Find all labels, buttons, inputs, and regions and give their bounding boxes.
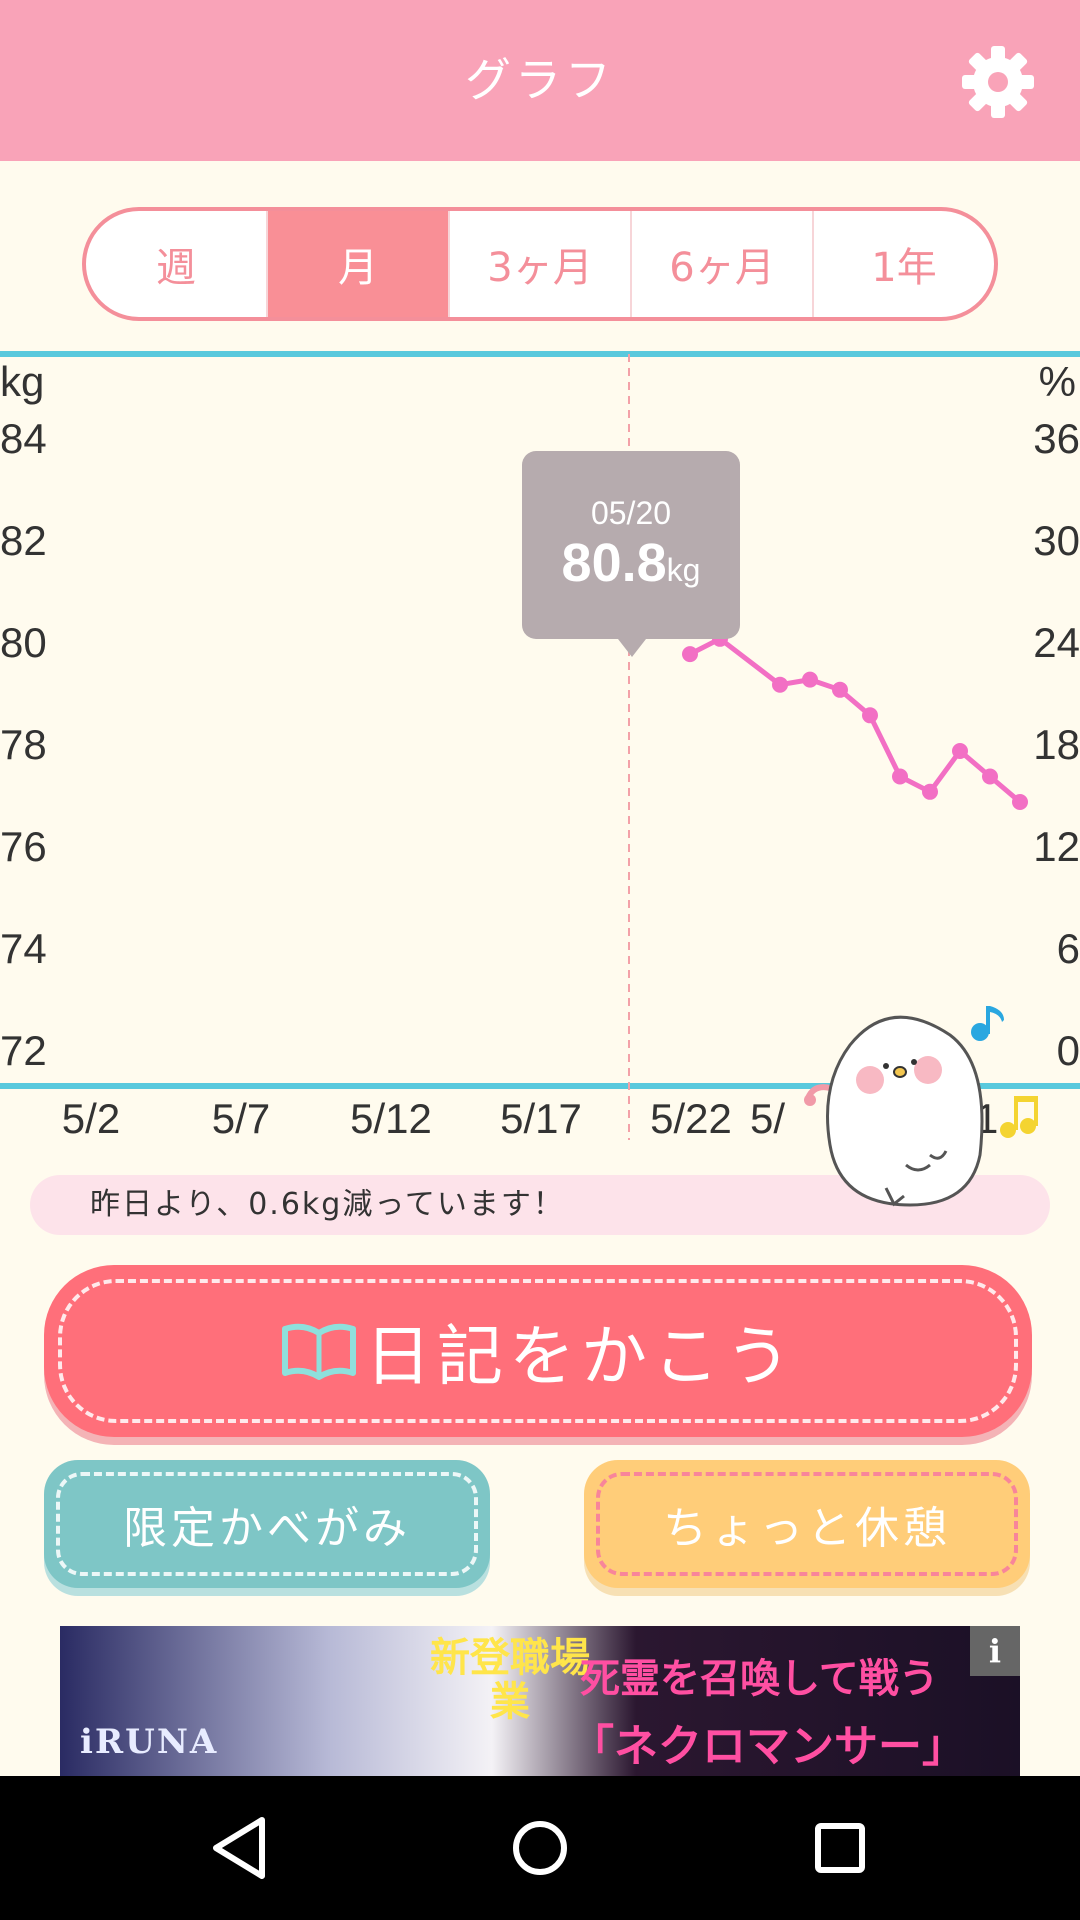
home-icon[interactable] bbox=[500, 1808, 580, 1888]
data-point[interactable] bbox=[982, 768, 998, 785]
right-tick-label: 36 bbox=[1033, 415, 1080, 462]
system-navigation-bar bbox=[0, 1776, 1080, 1920]
right-tick-label: 12 bbox=[1033, 823, 1080, 870]
ad-info-icon[interactable]: i bbox=[970, 1626, 1020, 1676]
gear-icon bbox=[962, 46, 1034, 118]
take-a-break-button[interactable]: ちょっと休憩 bbox=[584, 1460, 1030, 1588]
left-tick-label: 80 bbox=[0, 619, 47, 666]
x-tick-label: 5/7 bbox=[211, 1095, 271, 1142]
write-diary-button[interactable]: 日記をかこう bbox=[44, 1265, 1032, 1437]
weight-line bbox=[688, 635, 1022, 804]
tab-1-year[interactable]: 1年 bbox=[814, 211, 994, 317]
ad-banner[interactable]: iRUNA 新登職場業 死霊を召喚して戦う 「ネクロマンサー」 i bbox=[60, 1626, 1020, 1776]
page-title: グラフ bbox=[465, 53, 615, 107]
ad-logo: iRUNA bbox=[80, 1722, 219, 1762]
left-tick-label: 84 bbox=[0, 415, 47, 462]
x-tick-label: 5/2 bbox=[61, 1095, 121, 1142]
left-tick-label: 76 bbox=[0, 823, 47, 870]
tab-3-months[interactable]: 3ヶ月 bbox=[450, 211, 632, 317]
tab-month[interactable]: 月 bbox=[268, 211, 450, 317]
data-point[interactable] bbox=[802, 671, 818, 688]
left-tick-label: 74 bbox=[0, 925, 47, 972]
weight-series bbox=[682, 630, 1028, 810]
mascot-bird-illustration bbox=[804, 1006, 1038, 1207]
left-tick-label: 82 bbox=[0, 517, 47, 564]
tab-week[interactable]: 週 bbox=[86, 211, 268, 317]
right-tick-label: 18 bbox=[1033, 721, 1080, 768]
app-header: グラフ bbox=[0, 0, 1080, 161]
x-tick-label: 5/17 bbox=[500, 1095, 582, 1142]
music-note-icon bbox=[971, 1006, 1004, 1041]
right-tick-label: 6 bbox=[1056, 925, 1080, 972]
music-note-icon bbox=[1000, 1096, 1038, 1138]
back-icon[interactable] bbox=[200, 1808, 280, 1888]
ad-headline: 死霊を召喚して戦う bbox=[580, 1656, 939, 1702]
data-point[interactable] bbox=[832, 681, 848, 698]
limited-wallpaper-button[interactable]: 限定かべがみ bbox=[44, 1460, 490, 1588]
recents-icon[interactable] bbox=[800, 1808, 880, 1888]
left-tick-label: 78 bbox=[0, 721, 47, 768]
tab-6-months[interactable]: 6ヶ月 bbox=[632, 211, 814, 317]
right-tick-label: 0 bbox=[1056, 1027, 1080, 1074]
right-tick-label: 30 bbox=[1033, 517, 1080, 564]
data-point[interactable] bbox=[922, 783, 938, 800]
left-tick-label: 72 bbox=[0, 1027, 47, 1074]
data-point[interactable] bbox=[862, 707, 878, 724]
right-tick-label: 24 bbox=[1033, 619, 1080, 666]
data-point[interactable] bbox=[682, 646, 698, 663]
data-point[interactable] bbox=[952, 743, 968, 759]
left-axis-unit: kg bbox=[0, 358, 45, 405]
data-point[interactable] bbox=[772, 676, 788, 693]
x-tick-label: 5/22 bbox=[650, 1095, 732, 1142]
x-tick-label: 5/12 bbox=[350, 1095, 432, 1142]
tooltip-value: 80.8 bbox=[561, 533, 667, 593]
data-point[interactable] bbox=[1012, 794, 1028, 810]
tooltip-unit: kg bbox=[666, 552, 701, 588]
period-tabs: 週 月 3ヶ月 6ヶ月 1年 bbox=[82, 207, 998, 321]
tooltip-date: 05/20 bbox=[590, 495, 672, 531]
ad-newjob-text: 新登職場業 bbox=[430, 1635, 590, 1725]
settings-button[interactable] bbox=[958, 42, 1038, 122]
value-tooltip: 05/20 80.8kg bbox=[522, 451, 740, 657]
ad-subheadline: 「ネクロマンサー」 bbox=[570, 1721, 966, 1772]
data-point[interactable] bbox=[892, 768, 908, 785]
right-axis-unit: % bbox=[1038, 358, 1076, 405]
